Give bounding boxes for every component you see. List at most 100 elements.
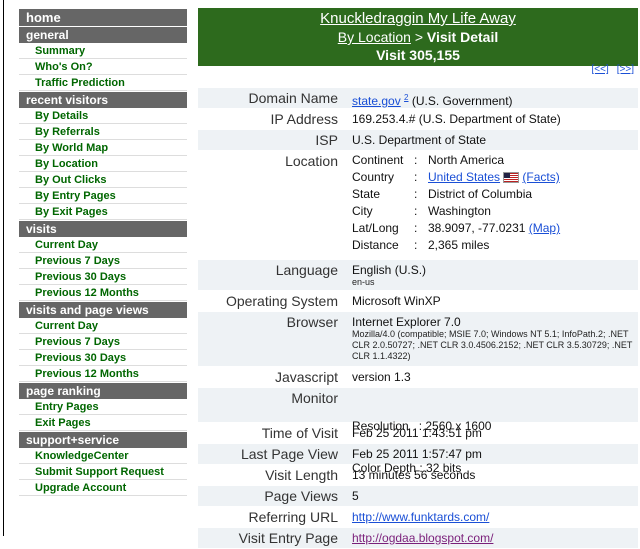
sidebar-item-by-entry-pages[interactable]: By Entry Pages [19,188,187,204]
main-content: Knuckledraggin My Life Away By Location … [198,8,638,66]
sidebar-item-pv-previous-30-days[interactable]: Previous 30 Days [19,350,187,366]
sidebar-item-by-out-clicks[interactable]: By Out Clicks [19,172,187,188]
visit-length-value: 13 minutes 56 seconds [352,468,476,482]
city-key: City [352,204,373,218]
state-value: District of Columbia [428,187,533,201]
referring-url-label: Referring URL [248,509,338,525]
sidebar-section-visits-and-page-views: visits and page views [19,302,187,318]
country-value: United States (Facts) [428,169,638,186]
referring-url-value: http://www.funktards.com/ [346,507,638,527]
sep: : [414,204,418,218]
monitor-label: Monitor [291,390,338,406]
latlong-value: 38.9097, -77.0231 (Map) [428,220,638,237]
sidebar-item-visits-current-day[interactable]: Current Day [19,237,187,253]
os-label: Operating System [225,293,338,309]
domain-value: state.gov 2 (U.S. Government) [346,88,638,108]
browser-value: Internet Explorer 7.0 Mozilla/4.0 (compa… [346,312,638,366]
domain-note: (U.S. Government) [408,94,513,108]
row-browser: Browser Internet Explorer 7.0 Mozilla/4.… [198,312,638,367]
time-of-visit-label: Time of Visit [261,425,338,441]
sidebar-item-pv-current-day[interactable]: Current Day [19,318,187,334]
next-visit-link[interactable]: [>>] [617,64,634,75]
isp-value: U.S. Department of State [352,133,487,147]
continent-key: Continent [352,153,404,167]
domain-label: Domain Name [248,90,338,106]
prev-visit-link[interactable]: [<<] [592,64,609,75]
language-label: Language [275,262,338,278]
sep: : [414,187,418,201]
map-link[interactable]: (Map) [529,221,560,235]
sidebar-item-traffic-prediction[interactable]: Traffic Prediction [19,75,187,91]
sidebar: home general Summary Who's On? Traffic P… [19,8,187,496]
os-value: Microsoft WinXP [352,294,441,308]
sidebar-item-by-details[interactable]: By Details [19,108,187,124]
time-of-visit-value: Feb 25 2011 1:43:51 pm [352,426,482,440]
location-value: Continent: North America Country: United S… [346,151,638,259]
language-text: English (U.S.) [352,263,427,277]
monitor-value: Resolution : 2560 x 1600 Color Depth : 3… [346,388,638,475]
breadcrumb-separator: > [410,29,427,45]
sidebar-item-exit-pages[interactable]: Exit Pages [19,415,187,431]
sidebar-item-by-location[interactable]: By Location [19,156,187,172]
row-last-page-view: Last Page View Feb 25 2011 1:57:47 pm [198,444,638,465]
sidebar-home[interactable]: home [19,9,187,26]
sidebar-item-pv-previous-12-months[interactable]: Previous 12 Months [19,366,187,382]
breadcrumb-current: Visit Detail [426,29,499,45]
sidebar-section-visits: visits [19,221,187,237]
sidebar-item-visits-previous-7-days[interactable]: Previous 7 Days [19,253,187,269]
sidebar-item-summary[interactable]: Summary [19,43,187,59]
row-page-views: Page Views 5 [198,486,638,507]
continent-value: North America [428,153,505,167]
visit-number: Visit 305,155 [376,47,460,63]
row-ip: IP Address 169.253.4.# (U.S. Department … [198,109,638,130]
us-flag-icon [503,172,520,184]
sep: : [414,170,418,184]
country-key: Country [352,170,395,184]
visit-entry-page-label: Visit Entry Page [238,530,338,546]
distance-key: Distance [352,238,399,252]
ip-value: 169.253.4.# (U.S. Department of State) [352,112,561,126]
referring-url-link[interactable]: http://www.funktards.com/ [352,510,489,524]
row-javascript: Javascript version 1.3 [198,367,638,388]
distance-value: 2,365 miles [428,238,490,252]
sidebar-item-entry-pages[interactable]: Entry Pages [19,399,187,415]
visit-entry-page-value: http://ogdaa.blogspot.com/ [346,528,638,548]
sidebar-item-visits-previous-12-months[interactable]: Previous 12 Months [19,285,187,301]
latlong-key: Lat/Long [352,221,399,235]
breadcrumb-by-location-link[interactable]: By Location [338,29,411,45]
sidebar-item-upgrade-account[interactable]: Upgrade Account [19,480,187,496]
sidebar-item-whos-on[interactable]: Who's On? [19,59,187,75]
sep: : [414,221,418,235]
city-value: Washington [428,204,491,218]
breadcrumb: By Location > Visit Detail [198,28,638,46]
sidebar-item-by-world-map[interactable]: By World Map [19,140,187,156]
language-code: en-us [352,277,375,287]
sidebar-item-pv-previous-7-days[interactable]: Previous 7 Days [19,334,187,350]
sidebar-item-by-exit-pages[interactable]: By Exit Pages [19,204,187,220]
javascript-value: version 1.3 [352,370,411,384]
row-os: Operating System Microsoft WinXP [198,291,638,312]
javascript-label: Javascript [274,369,338,385]
page-views-value: 5 [352,489,359,503]
row-isp: ISP U.S. Department of State [198,130,638,151]
last-page-view-value: Feb 25 2011 1:57:47 pm [352,447,482,461]
user-agent: Mozilla/4.0 (compatible; MSIE 7.0; Windo… [352,329,633,361]
sep: : [414,238,418,252]
sidebar-item-submit-support-request[interactable]: Submit Support Request [19,464,187,480]
sidebar-item-visits-previous-30-days[interactable]: Previous 30 Days [19,269,187,285]
domain-link[interactable]: state.gov [352,94,401,108]
country-facts-link[interactable]: (Facts) [522,170,559,184]
row-referring-url: Referring URL http://www.funktards.com/ [198,507,638,528]
ip-label: IP Address [270,111,338,127]
sidebar-item-knowledge-center[interactable]: KnowledgeCenter [19,448,187,464]
sep: : [414,153,418,167]
sidebar-section-recent-visitors: recent visitors [19,92,187,108]
site-title-link[interactable]: Knuckledraggin My Life Away [198,10,638,28]
sidebar-item-by-referrals[interactable]: By Referrals [19,124,187,140]
browser-label: Browser [286,314,338,330]
browser-name: Internet Explorer 7.0 [352,315,461,329]
sidebar-section-general: general [19,27,187,43]
visit-entry-page-link[interactable]: http://ogdaa.blogspot.com/ [352,531,493,545]
sidebar-section-support-service: support+service [19,432,187,448]
country-link[interactable]: United States [428,170,500,184]
